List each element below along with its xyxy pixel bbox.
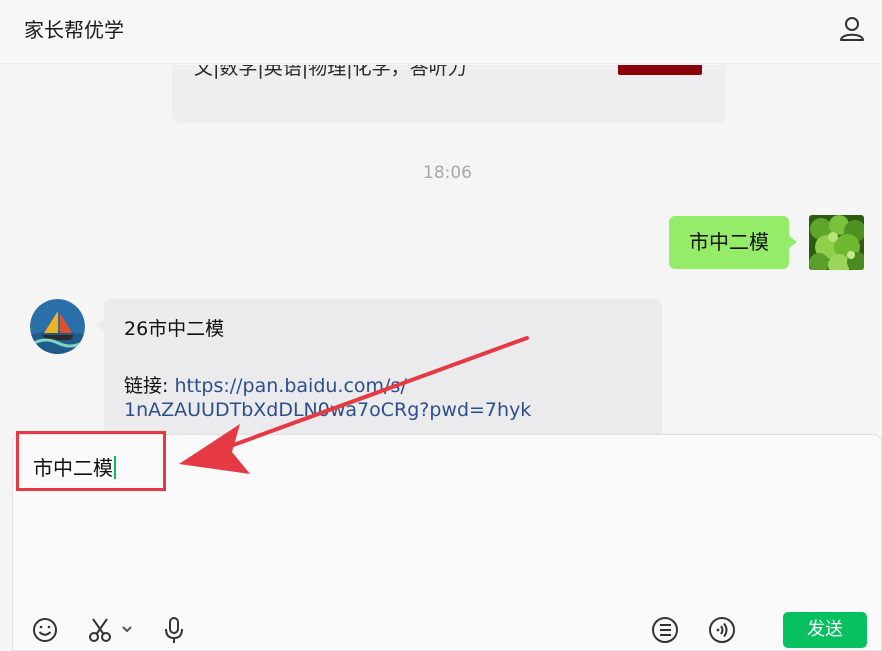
chat-title: 家长帮优学 [24,18,124,42]
send-button[interactable]: 发送 [783,612,867,648]
chevron-down-icon[interactable] [120,621,134,635]
link-prefix: 链接: [124,375,175,397]
share-link-part1[interactable]: https://pan.baidu.com/s/ [174,375,406,397]
message-timestamp: 18:06 [423,163,472,183]
microphone-icon[interactable] [159,615,189,645]
share-link-part2[interactable]: 1nAZAUUDTbXdDLN0wa7oCRg?pwd=7hyk [124,399,531,421]
link-card-text: 文|数学|英语|物理|化学，答听力 [194,65,467,79]
link-card-thumbnail [618,65,702,75]
voice-call-icon[interactable] [707,615,737,645]
scissors-icon[interactable] [86,615,116,645]
user-icon[interactable] [838,15,866,43]
emoji-icon[interactable] [30,615,60,645]
outgoing-message-bubble[interactable]: 市中二模 [669,216,797,269]
message-list[interactable]: 文|数学|英语|物理|化学，答听力 18:06 市中二模 26市中二模 链接: … [0,65,882,437]
contact-avatar[interactable] [30,299,85,354]
incoming-message-link-row: 链接: https://pan.baidu.com/s/ [124,371,407,398]
annotation-highlight-box [16,431,166,491]
incoming-message-bubble[interactable]: 26市中二模 链接: https://pan.baidu.com/s/ 1nAZ… [96,299,662,437]
link-card-message[interactable]: 文|数学|英语|物理|化学，答听力 [172,65,726,123]
chat-history-icon[interactable] [650,615,680,645]
my-avatar[interactable] [809,215,864,270]
chat-header: 家长帮优学 [0,0,882,64]
incoming-message-title: 26市中二模 [124,318,225,340]
